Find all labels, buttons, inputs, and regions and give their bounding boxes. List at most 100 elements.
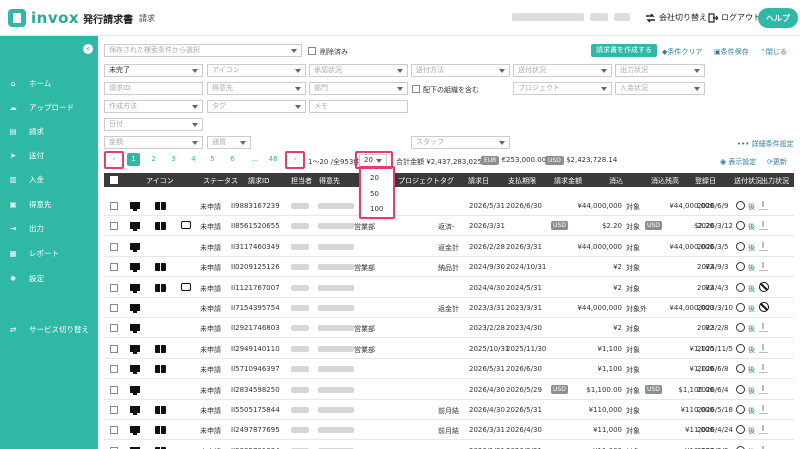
- department-select[interactable]: 部門: [309, 82, 408, 95]
- invoice-id-field[interactable]: 請求ID: [104, 82, 203, 95]
- download-icon[interactable]: [759, 221, 768, 231]
- page-number[interactable]: 5: [206, 153, 219, 166]
- client-select[interactable]: 得意先: [207, 82, 306, 95]
- page-number[interactable]: 2: [147, 153, 160, 166]
- redacted-staff: [291, 427, 309, 434]
- close-filters-button[interactable]: ⌃閉じる: [760, 47, 787, 57]
- status-select[interactable]: 未完了: [104, 64, 203, 77]
- invoice-id-link[interactable]: II2921746803: [231, 324, 280, 332]
- invoice-id-link[interactable]: II5505175844: [231, 406, 280, 414]
- clear-conditions-button[interactable]: ◆条件クリア: [662, 47, 702, 57]
- table-row[interactable]: 未申請 II1121767007 2024/4/30 2024/5/31 ¥2 対象 ¥2 2…: [104, 278, 794, 298]
- download-icon[interactable]: [759, 262, 768, 272]
- refresh-button[interactable]: ⟳更新: [767, 157, 787, 167]
- download-icon[interactable]: [759, 201, 768, 210]
- invoice-id-link[interactable]: II1121767007: [231, 284, 280, 292]
- switch-company-button[interactable]: 会社切り替え: [645, 12, 707, 23]
- help-button[interactable]: ヘルプ: [758, 8, 798, 28]
- page-number[interactable]: 6: [226, 153, 239, 166]
- download-icon[interactable]: [759, 405, 768, 414]
- page-number[interactable]: 3: [167, 153, 180, 166]
- sidebar-item-upload[interactable]: ☁ アップロード: [0, 96, 98, 118]
- sidebar-item-bank[interactable]: ▥ 入金: [0, 168, 98, 190]
- save-conditions-button[interactable]: ▣条件保存: [714, 47, 749, 57]
- create-invoice-button[interactable]: 請求書を作成する: [591, 44, 657, 57]
- table-row[interactable]: 未申請 II7154395754 返金計 2023/3/31 2023/3/31 ¥44,…: [104, 298, 794, 318]
- download-icon[interactable]: [759, 425, 768, 435]
- row-checkbox[interactable]: [110, 242, 118, 251]
- collapse-sidebar-icon[interactable]: ‹: [83, 44, 93, 54]
- logout-button[interactable]: ログアウト: [708, 12, 761, 23]
- page-number[interactable]: 1: [127, 153, 140, 166]
- table-row[interactable]: 未申請II93857018342026/1/312026/3/31¥11,000…: [104, 441, 794, 449]
- row-checkbox[interactable]: [110, 324, 118, 333]
- memo-field[interactable]: メモ: [309, 100, 408, 113]
- row-checkbox[interactable]: [110, 263, 118, 272]
- include-sub-org-checkbox[interactable]: [412, 85, 420, 93]
- row-checkbox[interactable]: [110, 406, 118, 414]
- date-select[interactable]: 日付: [104, 118, 203, 131]
- download-icon[interactable]: [759, 323, 768, 333]
- tag-select[interactable]: タグ: [207, 100, 306, 113]
- page-number[interactable]: 48: [266, 153, 280, 166]
- sidebar-item-export[interactable]: ⇥ 出力: [0, 217, 98, 239]
- row-checkbox[interactable]: [110, 304, 118, 312]
- table-row[interactable]: 未申請 II2834598250 2026/4/30 2026/5/29 USD $1,1…: [104, 380, 794, 400]
- download-icon[interactable]: [759, 343, 768, 353]
- select-all-checkbox[interactable]: [110, 176, 118, 184]
- invoice-id-link[interactable]: II9883167239: [231, 202, 280, 210]
- table-row[interactable]: 未申請 II5710946397 2026/5/31 2026/6/30 ¥1,100 対…: [104, 359, 794, 380]
- currency-select[interactable]: 通貨: [207, 136, 251, 149]
- amount-select[interactable]: 金額: [104, 136, 203, 149]
- row-checkbox[interactable]: [110, 344, 118, 353]
- row-checkbox[interactable]: [110, 385, 118, 394]
- table-row[interactable]: 未申請 II2949140110 営業部 2025/10/31 2025/11/30 ¥1…: [104, 339, 794, 359]
- sidebar-item-home[interactable]: ⌂ ホーム: [0, 72, 98, 94]
- invoice-id-link[interactable]: II2949140110: [231, 345, 280, 353]
- sidebar-item-report[interactable]: ▦ レポート: [0, 242, 98, 264]
- sidebar-item-switch[interactable]: ⇄ サービス切り替え: [0, 318, 98, 340]
- sidebar-item-client[interactable]: ▣ 得意先: [0, 193, 98, 215]
- creation-method-select[interactable]: 作成方法: [104, 100, 203, 113]
- invoice-id-link[interactable]: II8561520655: [231, 222, 280, 230]
- row-checkbox[interactable]: [110, 365, 118, 374]
- approval-status-select[interactable]: 承認状況: [309, 64, 408, 77]
- sidebar-item-invoice[interactable]: ▤ 請求: [0, 120, 98, 142]
- display-settings-button[interactable]: ◉ 表示設定: [720, 157, 756, 167]
- saved-search-select[interactable]: 保存された検索条件から選択: [104, 44, 302, 57]
- row-checkbox[interactable]: [110, 283, 118, 292]
- table-row[interactable]: 未申請 II9883167239 2026/5/31 2026/6/30 ¥44,000…: [104, 196, 794, 216]
- logo[interactable]: invox 発行請求書: [8, 9, 133, 27]
- status-text: 未申請: [200, 305, 221, 313]
- page-number[interactable]: 4: [187, 153, 200, 166]
- table-row[interactable]: 未申請 II2921746803 営業部 2023/2/28 2023/4/30 ¥2 対象…: [104, 318, 794, 339]
- row-checkbox[interactable]: [110, 426, 118, 435]
- staff-select[interactable]: スタッフ: [411, 136, 510, 149]
- send-method-select[interactable]: 送付方法: [411, 64, 510, 77]
- table-row[interactable]: 未申請 II0209125126 営業部 納品計 2024/9/30 2024/10/31…: [104, 257, 794, 278]
- payment-status-select[interactable]: 入金状況: [615, 82, 705, 95]
- invoice-id-link[interactable]: II2497877695: [231, 426, 280, 434]
- table-row[interactable]: 未申請 II8561520655 営業部 返済- 2026/3/31 USD $2.20 対象…: [104, 216, 794, 237]
- sidebar-item-send[interactable]: ➤ 送付: [0, 144, 98, 166]
- table-row[interactable]: 未申請 II3117460349 返金計 2026/2/28 2026/3/31 ¥44,…: [104, 237, 794, 257]
- table-row[interactable]: 未申請 II5505175844 前月結 2026/4/30 2026/5/31 ¥110…: [104, 400, 794, 420]
- sidebar-item-settings[interactable]: ✹ 設定: [0, 267, 98, 289]
- download-icon[interactable]: [759, 241, 768, 251]
- invoice-id-link[interactable]: II0209125126: [231, 263, 280, 271]
- invoice-id-link[interactable]: II7154395754: [231, 304, 280, 312]
- download-icon[interactable]: [759, 384, 768, 394]
- invoice-id-link[interactable]: II3117460349: [231, 243, 280, 251]
- download-icon[interactable]: [759, 364, 768, 374]
- invoice-id-link[interactable]: II5710946397: [231, 365, 280, 373]
- deleted-checkbox[interactable]: [308, 47, 316, 55]
- project-select[interactable]: プロジェクト: [513, 82, 612, 95]
- row-checkbox[interactable]: [110, 202, 118, 210]
- row-checkbox[interactable]: [110, 222, 118, 231]
- detail-settings-link[interactable]: ••• 詳細条件設定: [737, 139, 794, 149]
- icon-select[interactable]: アイコン: [207, 64, 306, 77]
- table-row[interactable]: 未申請 II2497877695 前月結 2026/3/31 2026/4/30 ¥11,…: [104, 420, 794, 441]
- output-status-select[interactable]: 出力状況: [615, 64, 705, 77]
- send-status-select[interactable]: 送付状況: [513, 64, 612, 77]
- invoice-id-link[interactable]: II2834598250: [231, 386, 280, 394]
